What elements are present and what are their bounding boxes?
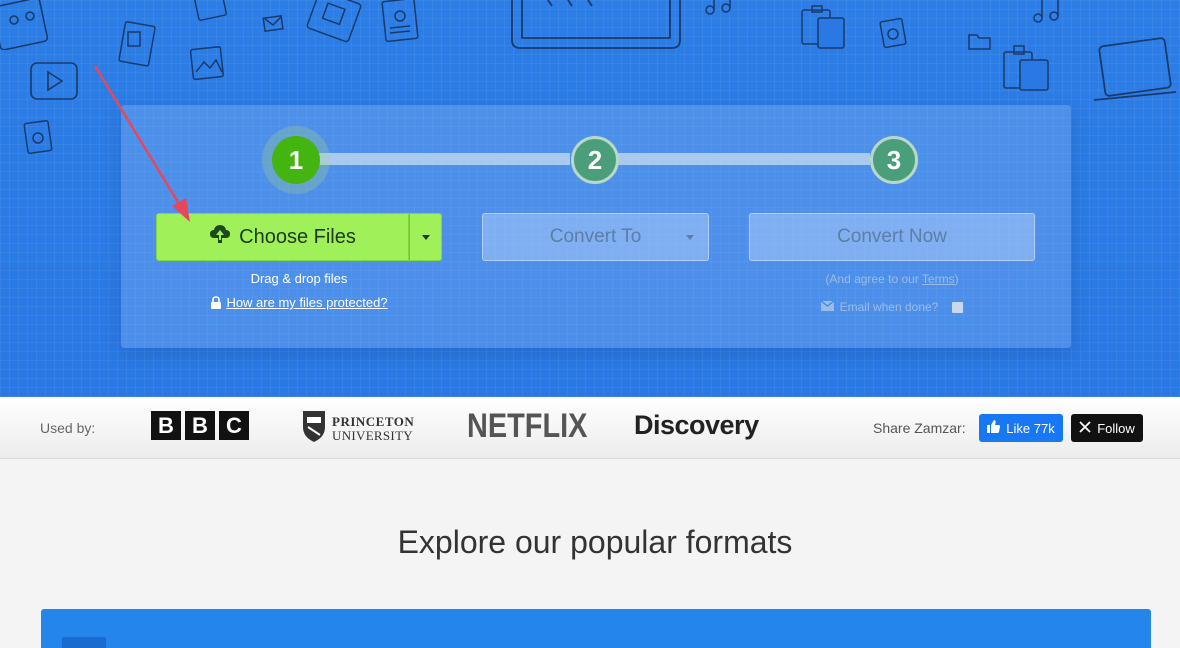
princeton-logo: PRINCETON UNIVERSITY (302, 409, 414, 448)
popular-formats-tab[interactable] (62, 637, 106, 648)
bbc-letter: B (151, 411, 181, 440)
bbc-letter: C (219, 411, 249, 440)
used-by-label: Used by: (40, 420, 96, 436)
princeton-line2: UNIVERSITY (332, 427, 413, 443)
discovery-logo: Discovery (634, 410, 759, 440)
like-count-label: Like 77k (1006, 420, 1055, 436)
netflix-logo: NETFLIX (467, 407, 588, 445)
princeton-shield-icon (302, 409, 326, 448)
follow-label: Follow (1097, 420, 1135, 436)
bbc-logo: B B C (151, 411, 249, 440)
popular-formats-bar (41, 609, 1151, 648)
bbc-letter: B (185, 411, 215, 440)
princeton-line1: PRINCETON (332, 413, 415, 429)
explore-formats-heading: Explore our popular formats (397, 524, 793, 560)
facebook-like-button[interactable]: Like 77k (979, 414, 1063, 442)
x-logo-icon (1079, 420, 1091, 436)
share-zamzar-label: Share Zamzar: (873, 420, 966, 436)
x-follow-button[interactable]: Follow (1071, 414, 1143, 442)
thumbs-up-icon (987, 420, 1001, 436)
used-by-bar: Used by: B B C PRINCETON UNIVERSITY NETF… (0, 397, 1180, 459)
